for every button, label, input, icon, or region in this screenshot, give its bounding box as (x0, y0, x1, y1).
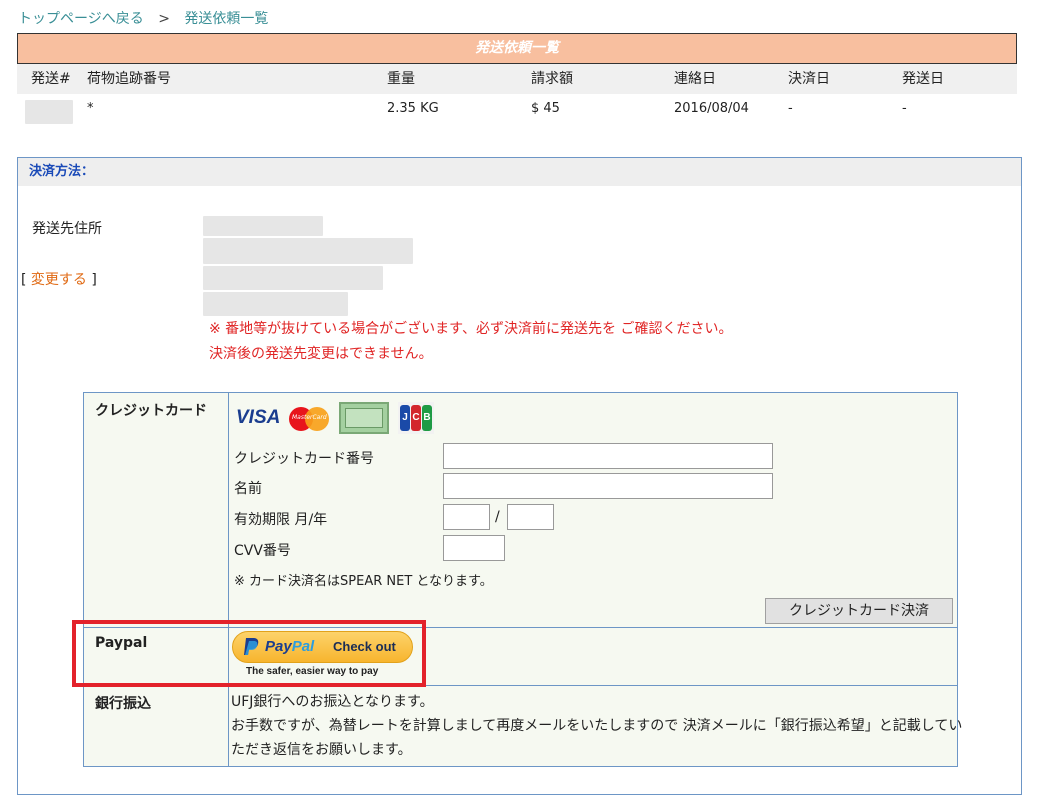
credit-card-label: クレジットカード (95, 403, 207, 419)
amount-value: $ 45 (531, 101, 560, 116)
card-name-label: 名前 (234, 481, 262, 497)
credit-card-pay-button[interactable]: クレジットカード決済 (765, 598, 953, 624)
paypal-highlight-box (72, 620, 426, 687)
payment-methods-table: クレジットカード VISA MasterCard J C B クレジットカード番… (83, 392, 962, 767)
jcb-logo-icon: J C B (398, 402, 434, 434)
contact-date-value: 2016/08/04 (674, 101, 749, 116)
amex-logo-icon (339, 402, 389, 434)
breadcrumb: トップページへ戻る > 発送依頼一覧 (18, 8, 268, 28)
change-address-link[interactable]: 変更する (31, 272, 87, 288)
card-number-label: クレジットカード番号 (234, 451, 374, 467)
cvv-label: CVV番号 (234, 543, 291, 559)
cvv-input[interactable] (443, 535, 505, 561)
breadcrumb-home-link[interactable]: トップページへ戻る (18, 11, 144, 27)
address-warning-line1: ※ 番地等が抜けている場合がございます、必ず決済前に発送先を ご確認ください。 (209, 321, 733, 337)
visa-logo-icon: VISA (236, 407, 281, 428)
weight-value: 2.35 KG (387, 101, 439, 116)
shipping-address-label: 発送先住所 (32, 221, 102, 237)
change-address: [ 変更する ] (21, 269, 97, 289)
breadcrumb-separator: > (158, 11, 170, 27)
mastercard-logo-text: MasterCard (292, 414, 327, 421)
column-header-contact-date: 連絡日 (674, 71, 716, 87)
shipping-list-header: 発送依頼一覧 (17, 33, 1017, 64)
ship-date-value: - (902, 101, 907, 116)
column-header-payment-date: 決済日 (788, 71, 830, 87)
column-header-weight: 重量 (387, 71, 415, 87)
shipping-list-table: 発送# 荷物追跡番号 重量 請求額 連絡日 決済日 発送日 * 2.35 KG … (17, 64, 1017, 124)
column-header-tracking: 荷物追跡番号 (87, 71, 171, 87)
shipment-no-redacted (25, 97, 73, 127)
table-header-row: 発送# 荷物追跡番号 重量 請求額 連絡日 決済日 発送日 (17, 64, 1017, 94)
expiry-month-input[interactable] (443, 504, 490, 530)
payment-method-title: 決済方法： (18, 158, 1021, 186)
expiry-year-input[interactable] (507, 504, 554, 530)
bank-transfer-row: 銀行振込 UFJ銀行へのお振込となります。 お手数ですが、為替レートを計算しまし… (84, 686, 962, 766)
bank-transfer-label: 銀行振込 (95, 696, 151, 712)
card-billing-note: ※ カード決済名はSPEAR NET となります。 (234, 574, 493, 589)
bank-transfer-line1: UFJ銀行へのお振込となります。 (231, 694, 434, 710)
card-name-input[interactable] (443, 473, 773, 499)
column-header-ship-date: 発送日 (902, 71, 944, 87)
column-header-amount: 請求額 (531, 71, 573, 87)
card-number-input[interactable] (443, 443, 773, 469)
payment-panel: 決済方法： 発送先住所 [ 変更する ] ※ 番地等が抜けている場合がございます… (17, 157, 1022, 795)
card-expiry-label: 有効期限 月/年 (234, 512, 328, 528)
expiry-separator: / (495, 509, 500, 525)
change-bracket-open: [ (21, 272, 27, 288)
address-warning-line2: 決済後の発送先変更はできません。 (209, 346, 433, 362)
tracking-number: * (87, 101, 94, 116)
table-row: * 2.35 KG $ 45 2016/08/04 - - (17, 94, 1017, 124)
column-header-shipment-no: 発送# (31, 71, 71, 87)
bank-transfer-line3: ただき返信をお願いします。 (231, 742, 412, 758)
credit-card-row: クレジットカード VISA MasterCard J C B クレジットカード番… (84, 393, 957, 628)
bank-transfer-line2: お手数ですが、為替レートを計算しまして再度メールをいたしますので 決済メールに「… (231, 718, 963, 734)
breadcrumb-current-link[interactable]: 発送依頼一覧 (184, 11, 268, 27)
payment-date-value: - (788, 101, 793, 116)
mastercard-logo-icon: MasterCard (289, 402, 331, 434)
change-bracket-close: ] (91, 272, 97, 288)
